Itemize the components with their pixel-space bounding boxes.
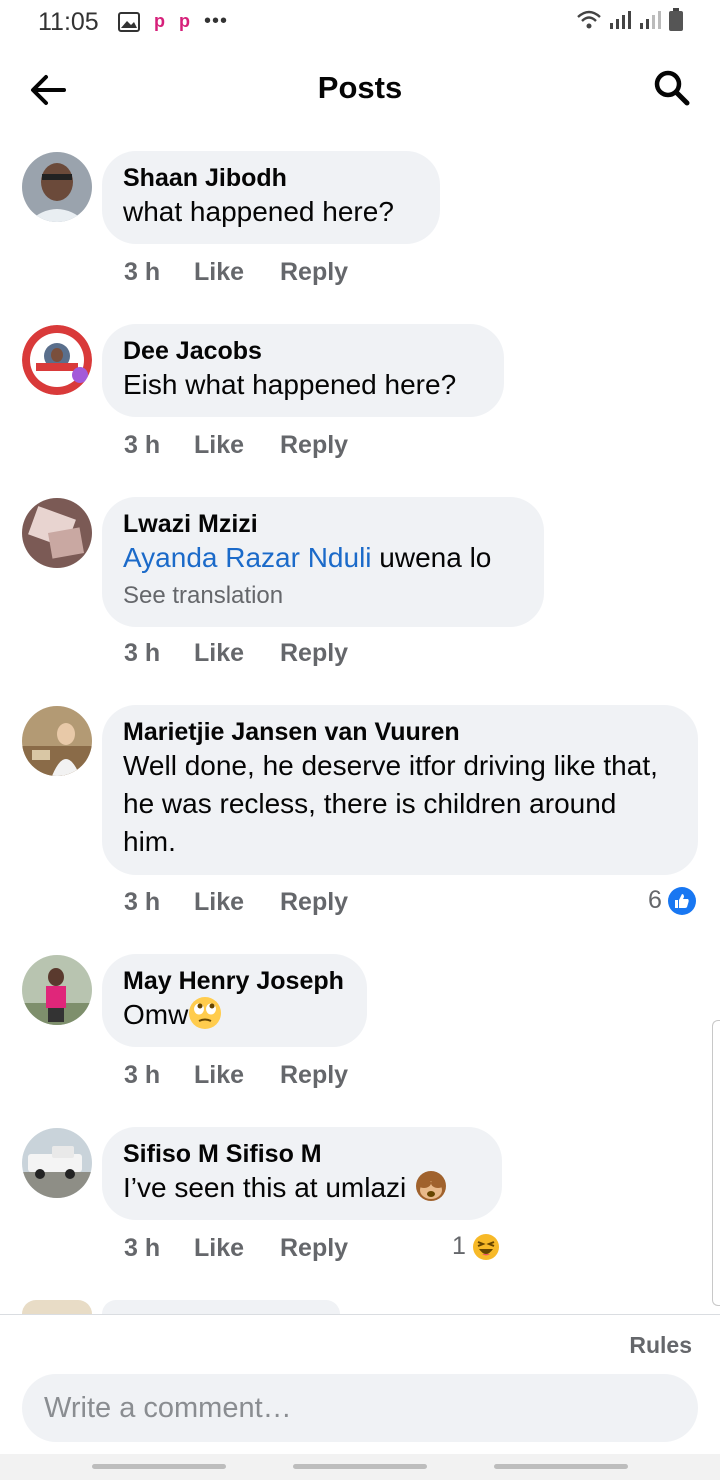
comment-bubble[interactable]: Dee Jacobs Eish what happened here?	[102, 324, 504, 417]
rules-link[interactable]: Rules	[629, 1332, 692, 1359]
comment-time[interactable]: 3 h	[124, 1061, 194, 1090]
comment-author[interactable]: Shaan Jibodh	[123, 163, 419, 193]
reply-button[interactable]: Reply	[280, 431, 348, 460]
reaction-count: 6	[648, 886, 662, 914]
avatar[interactable]	[22, 706, 92, 776]
mentioned-user-link[interactable]: Ayanda Razar Nduli	[123, 542, 372, 573]
like-button[interactable]: Like	[194, 1234, 280, 1263]
signal-icon	[640, 11, 661, 29]
comment-text: Eish what happened here?	[123, 369, 457, 400]
comment-actions: 3 h Like Reply	[124, 1061, 348, 1090]
comment-actions: 3 h Like Reply	[124, 258, 348, 287]
avatar[interactable]	[22, 1300, 92, 1314]
see-no-evil-emoji-icon	[416, 1171, 447, 1201]
comment-author[interactable]: Dee Jacobs	[123, 336, 483, 366]
comment-time[interactable]: 3 h	[124, 888, 194, 917]
home-gesture-handle[interactable]	[293, 1464, 427, 1469]
comment-input[interactable]	[22, 1374, 698, 1442]
system-nav-bar	[0, 1454, 720, 1480]
page-title: Posts	[317, 70, 403, 105]
comment-author[interactable]: Marietjie Jansen van Vuuren	[123, 717, 677, 747]
reaction-summary[interactable]: 6	[648, 886, 696, 915]
avatar[interactable]	[22, 1128, 92, 1198]
search-icon[interactable]	[652, 68, 692, 108]
like-thumb-icon	[667, 886, 696, 915]
reply-button[interactable]: Reply	[280, 1061, 348, 1090]
comment-text: Well done, he deserve itfor driving like…	[123, 750, 658, 857]
comment-actions: 3 h Like Reply	[124, 1234, 348, 1263]
gallery-notification-icon	[118, 11, 140, 32]
comment-text: Omw	[123, 999, 189, 1030]
recents-gesture-handle[interactable]	[92, 1464, 226, 1469]
comment-bubble[interactable]: Shaan Jibodh what happened here?	[102, 151, 440, 244]
comment-bubble[interactable]: Sifiso M Sifiso M I’ve seen this at umla…	[102, 1127, 502, 1220]
comment-text: what happened here?	[123, 196, 394, 227]
status-time: 11:05	[38, 8, 99, 36]
see-translation-link[interactable]: See translation	[123, 581, 523, 611]
like-button[interactable]: Like	[194, 1061, 280, 1090]
avatar[interactable]	[22, 498, 92, 568]
avatar[interactable]	[22, 955, 92, 1025]
comment-actions: 3 h Like Reply	[124, 431, 348, 460]
comment-author[interactable]: May Henry Joseph	[123, 966, 346, 996]
comment-time[interactable]: 3 h	[124, 639, 194, 668]
avatar[interactable]	[22, 152, 92, 222]
haha-emoji-icon	[472, 1233, 500, 1261]
reaction-count: 1	[452, 1232, 466, 1260]
top-app-bar: Posts	[0, 50, 720, 128]
comment-bubble[interactable]: May Henry Joseph Omw	[102, 954, 367, 1047]
wifi-icon	[577, 10, 601, 29]
comment-actions: 3 h Like Reply	[124, 888, 348, 917]
reply-button[interactable]: Reply	[280, 1234, 348, 1263]
comment-bubble[interactable]	[102, 1300, 340, 1314]
comment-text: I’ve seen this at umlazi	[123, 1172, 415, 1203]
comment-bubble[interactable]: Lwazi Mzizi Ayanda Razar Nduli uwena lo …	[102, 497, 544, 627]
comment-author[interactable]: Lwazi Mzizi	[123, 509, 523, 539]
reply-button[interactable]: Reply	[280, 258, 348, 287]
comment-time[interactable]: 3 h	[124, 431, 194, 460]
comment-author[interactable]: Sifiso M Sifiso M	[123, 1139, 481, 1169]
comment-bubble[interactable]: Marietjie Jansen van Vuuren Well done, h…	[102, 705, 698, 875]
like-button[interactable]: Like	[194, 431, 280, 460]
like-button[interactable]: Like	[194, 639, 280, 668]
comment-actions: 3 h Like Reply	[124, 639, 348, 668]
like-button[interactable]: Like	[194, 258, 280, 287]
battery-icon	[669, 8, 683, 31]
reply-button[interactable]: Reply	[280, 639, 348, 668]
reaction-summary[interactable]: 1	[452, 1232, 500, 1261]
divider	[0, 1314, 720, 1315]
comment-time[interactable]: 3 h	[124, 258, 194, 287]
eye-roll-emoji-icon	[189, 997, 222, 1029]
app-notification-icon: p	[179, 11, 190, 31]
app-notification-icon: p	[154, 11, 165, 31]
status-bar: 11:05 p p •••	[0, 0, 720, 44]
scrollbar[interactable]	[712, 1020, 720, 1306]
reply-button[interactable]: Reply	[280, 888, 348, 917]
avatar[interactable]	[22, 325, 92, 395]
signal-icon	[610, 11, 631, 29]
back-gesture-handle[interactable]	[494, 1464, 628, 1469]
like-button[interactable]: Like	[194, 888, 280, 917]
comment-time[interactable]: 3 h	[124, 1234, 194, 1263]
more-notifications-icon: •••	[204, 10, 229, 32]
comment-text: uwena lo	[371, 542, 492, 573]
